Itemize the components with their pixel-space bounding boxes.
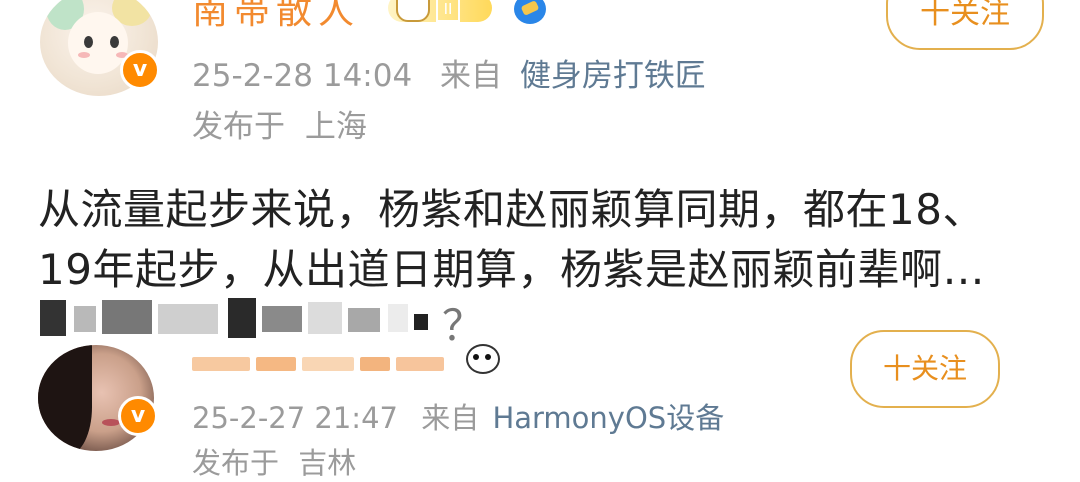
level-cup-icon	[396, 0, 430, 22]
post2-location-line: 发布于 吉林	[192, 440, 356, 482]
avatar-hair	[38, 345, 92, 451]
avatar-eye-right	[110, 36, 119, 48]
post1-location: 上海	[304, 109, 367, 145]
post1-location-line: 发布于 上海	[192, 101, 367, 146]
post1-username[interactable]: 南帯散人	[192, 0, 360, 34]
post1-source-link[interactable]: 健身房打铁匠	[520, 58, 706, 94]
panda-emoji-icon	[466, 344, 500, 374]
post1-timestamp: 25-2-28 14:04	[192, 58, 413, 94]
post1-verified-badge: v	[120, 50, 160, 90]
post2-source-link[interactable]: HarmonyOS设备	[492, 401, 724, 435]
post2-timestamp: 25-2-27 21:47	[192, 401, 398, 435]
post1-source-prefix: 来自	[440, 58, 503, 94]
avatar-face	[68, 12, 128, 74]
post1-follow-button[interactable]: 十关注	[886, 0, 1044, 50]
censored-text-mosaic	[40, 296, 480, 342]
level-mark-icon: II	[436, 0, 460, 22]
post2-username-censored[interactable]	[192, 356, 450, 371]
avatar-blush-left	[78, 52, 90, 58]
post2-verified-badge: v	[118, 396, 158, 436]
post2-source-prefix: 来自	[421, 401, 480, 435]
post2-meta-line: 25-2-27 21:47 来自 HarmonyOS设备	[192, 395, 724, 437]
post1-meta-line: 25-2-28 14:04 来自 健身房打铁匠	[192, 50, 706, 95]
level-badge-icon: II	[388, 0, 492, 22]
post1-content-line-1: 从流量起步来说，杨紫和赵丽颖算同期，都在18、	[38, 185, 985, 234]
post1-content-line-2: 19年起步，从出道日期算，杨紫是赵丽颖前辈啊…	[38, 245, 985, 294]
vip-icon	[514, 0, 546, 24]
avatar-lips	[102, 419, 120, 426]
avatar-eye-left	[84, 36, 93, 48]
post2-follow-button[interactable]: 十关注	[850, 330, 1000, 408]
post1-location-prefix: 发布于	[192, 109, 285, 145]
